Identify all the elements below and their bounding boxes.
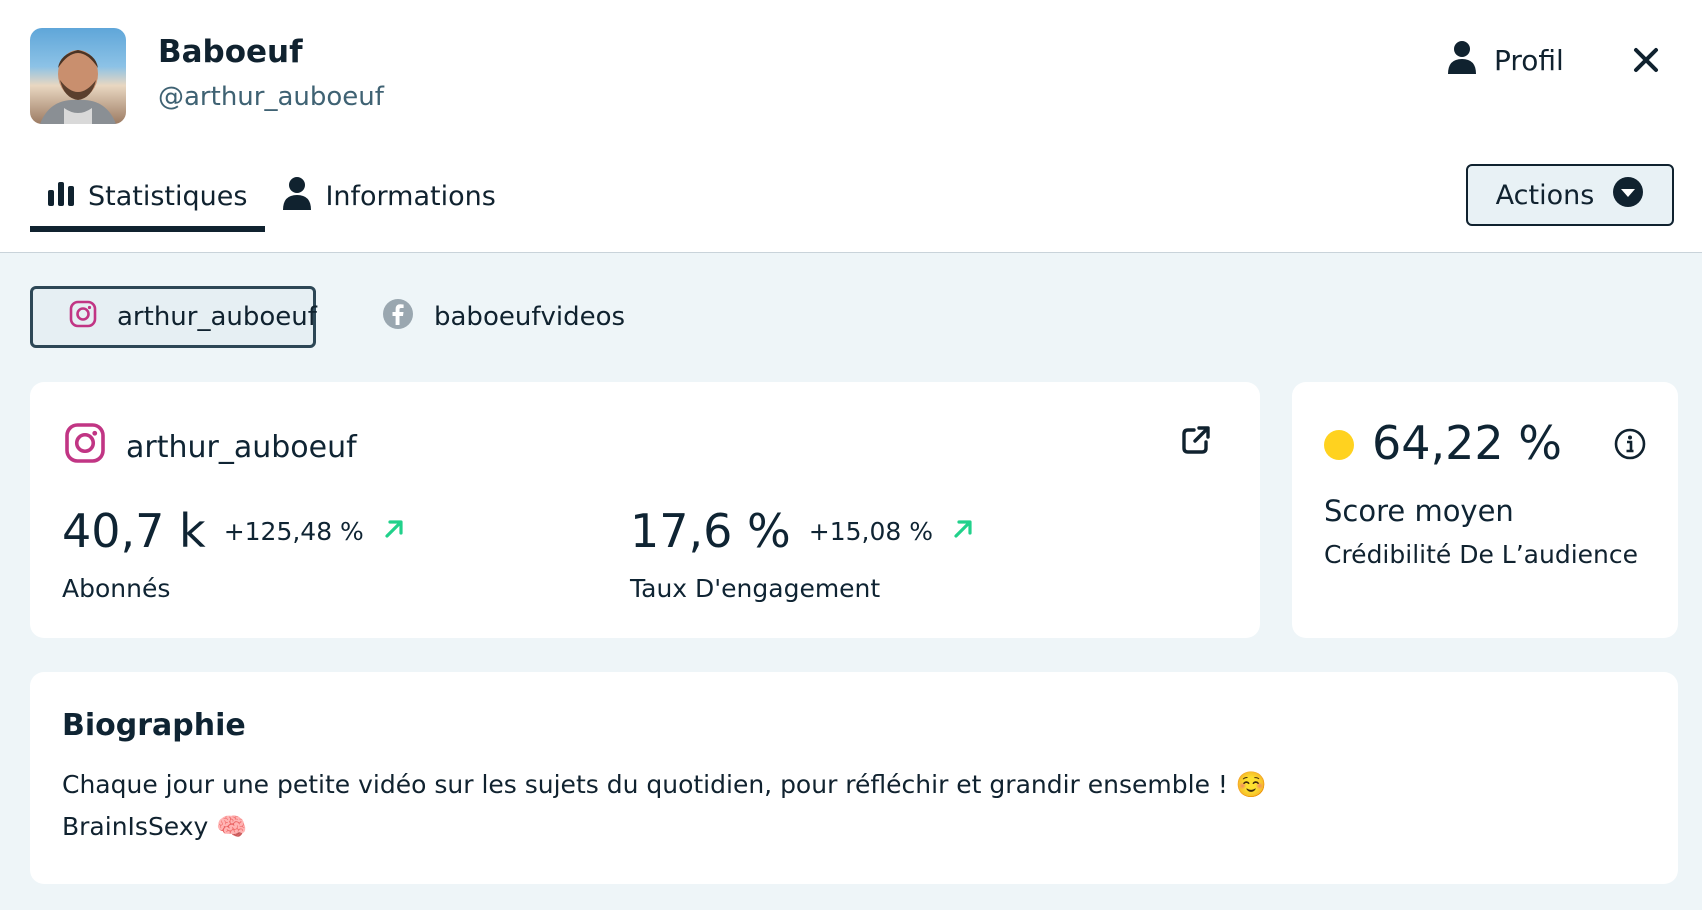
external-link-button[interactable] (1180, 424, 1212, 460)
profile-header: Baboeuf @arthur_auboeuf Profil Statistiq… (0, 0, 1702, 253)
tab-statistiques[interactable]: Statistiques (30, 160, 266, 232)
engagement-value: 17,6 % (630, 504, 791, 558)
credibility-card: 64,22 % Score moyen Crédibilité De L’aud… (1292, 382, 1678, 638)
account-tab-instagram[interactable]: arthur_auboeuf (30, 286, 317, 348)
stats-card: arthur_auboeuf 40,7 k +125,48 % Abonnés … (30, 382, 1260, 638)
user-icon (1448, 40, 1476, 81)
score-sublabel: Crédibilité De L’audience (1324, 540, 1639, 569)
profile-name: Baboeuf (158, 34, 303, 70)
close-icon (1634, 48, 1658, 72)
engagement-label: Taux D'engagement (630, 574, 881, 603)
score-value: 64,22 % (1372, 416, 1563, 470)
profile-handle: @arthur_auboeuf (158, 82, 384, 112)
biography-title: Biographie (62, 708, 246, 743)
score-label: Score moyen (1324, 494, 1514, 528)
actions-label: Actions (1495, 179, 1595, 211)
user-icon (283, 176, 312, 217)
account-tab-facebook-label: baboeufvideos (434, 302, 626, 332)
tab-informations[interactable]: Informations (265, 160, 513, 232)
main-content: arthur_auboeuf baboeufvideos arthur_aubo… (0, 253, 1702, 910)
account-tabs: arthur_auboeuf baboeufvideos (30, 286, 661, 348)
close-button[interactable] (1628, 42, 1664, 78)
biography-text: Chaque jour une petite vidéo sur les suj… (62, 770, 1268, 841)
tab-statistiques-label: Statistiques (88, 180, 248, 212)
trend-up-icon (951, 517, 975, 545)
followers-metric: 40,7 k +125,48 % Abonnés (62, 504, 406, 603)
stats-account-name: arthur_auboeuf (126, 429, 357, 465)
facebook-icon (382, 298, 414, 337)
engagement-metric: 17,6 % +15,08 % Taux D'engagement (630, 504, 975, 603)
bar-chart-icon (48, 180, 74, 213)
avatar (30, 28, 126, 124)
engagement-delta: +15,08 % (808, 516, 933, 546)
profile-link-label: Profil (1494, 44, 1564, 77)
info-button[interactable] (1614, 428, 1646, 464)
instagram-icon (69, 300, 97, 335)
followers-value: 40,7 k (62, 504, 206, 558)
tab-informations-label: Informations (325, 180, 496, 212)
score-status-dot (1324, 430, 1354, 460)
chevron-down-icon (1612, 176, 1644, 215)
profile-link[interactable]: Profil (1448, 40, 1564, 81)
account-tab-instagram-label: arthur_auboeuf (117, 302, 317, 332)
followers-label: Abonnés (62, 574, 171, 603)
biography-card: Biographie Chaque jour une petite vidéo … (30, 672, 1678, 884)
account-tab-facebook[interactable]: baboeufvideos (346, 286, 661, 348)
external-link-icon (1182, 426, 1210, 454)
instagram-icon (64, 422, 106, 472)
followers-delta: +125,48 % (223, 516, 364, 546)
trend-up-icon (382, 517, 406, 545)
actions-button[interactable]: Actions (1466, 164, 1674, 226)
info-icon (1614, 428, 1646, 460)
main-tabs: Statistiques Informations (30, 160, 514, 232)
stats-account: arthur_auboeuf (64, 422, 357, 472)
